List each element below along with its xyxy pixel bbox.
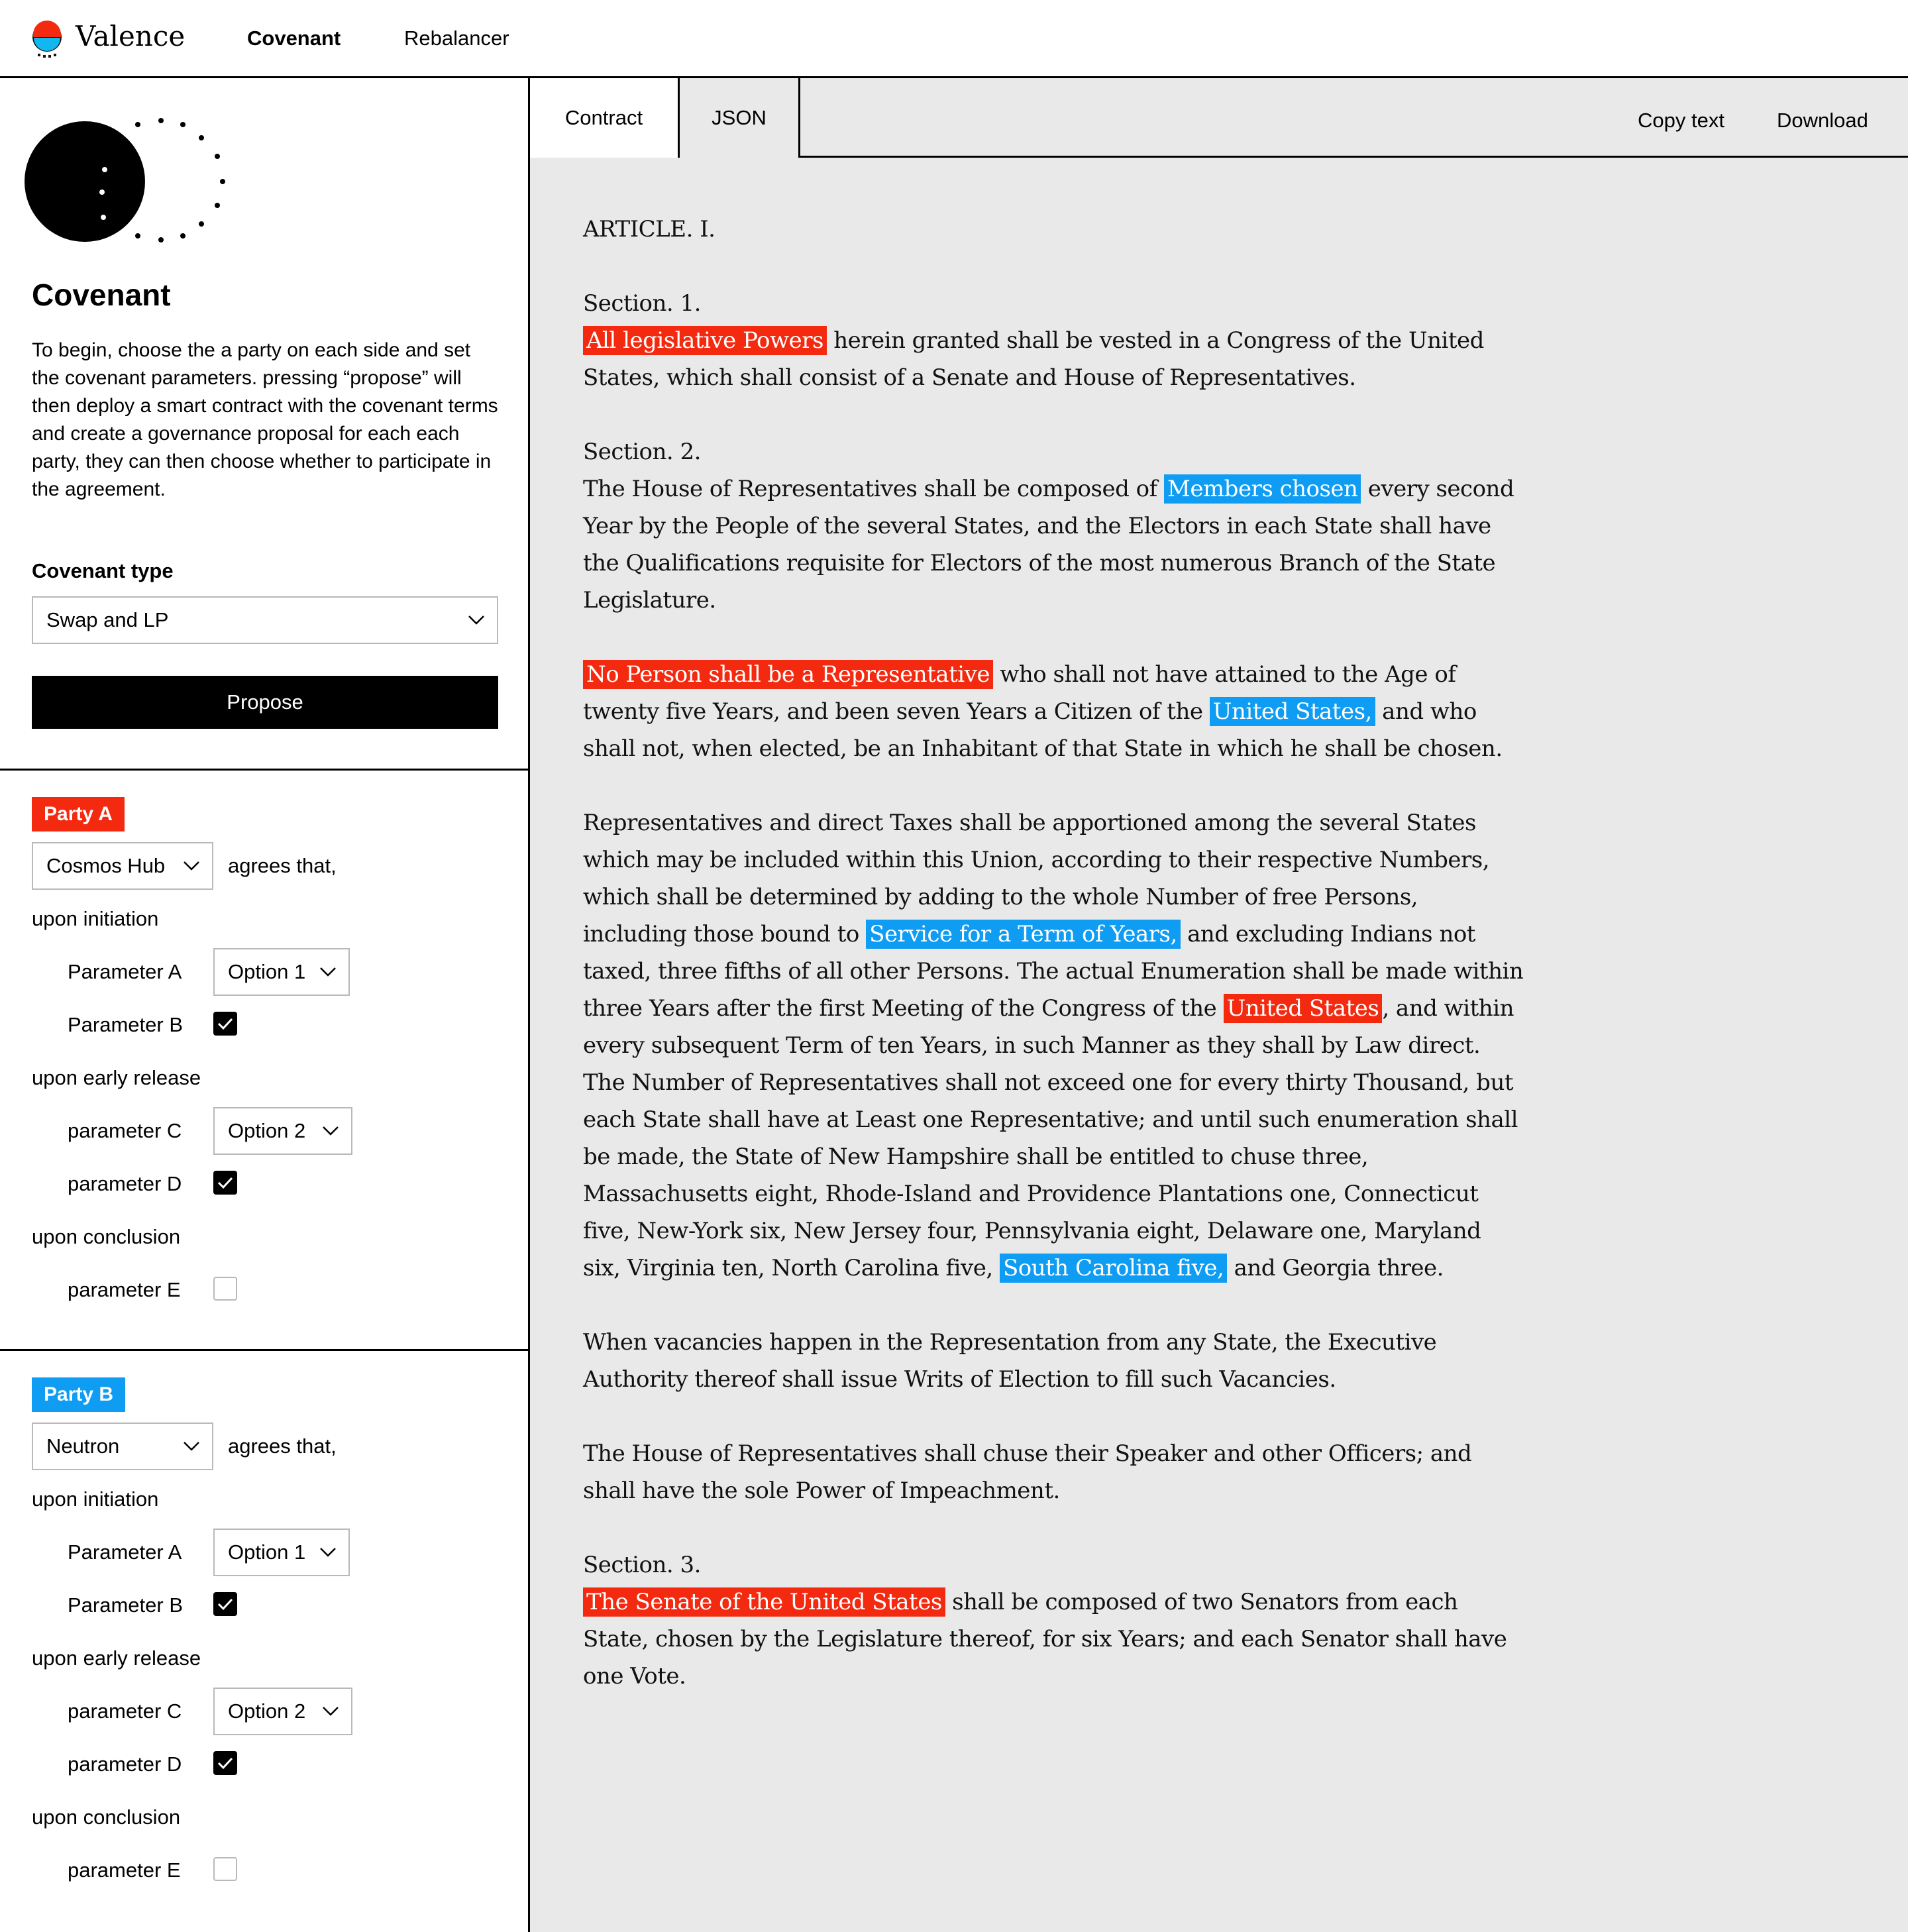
article-heading: ARTICLE. I. <box>583 216 716 242</box>
covenant-type-label: Covenant type <box>32 559 174 582</box>
nav-covenant[interactable]: Covenant <box>247 27 341 50</box>
contract-sentence: , and within every subsequent Term of te… <box>583 995 1518 1281</box>
party-a-highlight[interactable]: All legislative Powers <box>583 326 827 355</box>
party-b-highlight[interactable]: Members chosen <box>1164 474 1361 504</box>
parameter-c-label: parameter C <box>68 1699 182 1723</box>
chevron-down-icon <box>184 1442 199 1451</box>
brand-name[interactable]: Valence <box>76 20 185 52</box>
parameter-e-checkbox[interactable] <box>213 1857 237 1881</box>
parameter-d-label: parameter D <box>68 1172 182 1195</box>
parameter-b-checkbox[interactable] <box>213 1012 237 1036</box>
party-a-highlight[interactable]: The Senate of the United States <box>583 1587 945 1617</box>
contract-tabs: Contract JSON Copy text Download <box>530 78 1908 158</box>
section-heading: Section. 1. <box>583 290 701 317</box>
contract-panel: Contract JSON Copy text Download ARTICLE… <box>530 78 1908 1932</box>
chevron-down-icon <box>320 967 336 977</box>
section-heading: Section. 3. <box>583 1552 701 1578</box>
covenant-type-value: Swap and LP <box>46 608 169 631</box>
parameter-d-checkbox[interactable] <box>213 1751 237 1775</box>
party-b-badge: Party B <box>32 1377 126 1412</box>
parameter-a-select[interactable]: Option 1 <box>213 948 350 996</box>
party-b-section: Party B Neutron agrees that, upon initia… <box>0 1351 530 1932</box>
nav-rebalancer[interactable]: Rebalancer <box>404 27 509 50</box>
parameter-c-select[interactable]: Option 2 <box>213 1688 352 1735</box>
contract-sentence: and Georgia three. <box>1227 1255 1444 1281</box>
top-bar: Valence Covenant Rebalancer <box>0 0 1908 78</box>
covenant-description: To begin, choose the a party on each sid… <box>32 339 498 500</box>
parameter-a-value: Option 1 <box>228 1540 306 1564</box>
parameter-a-select[interactable]: Option 1 <box>213 1529 350 1576</box>
chevron-down-icon <box>184 861 199 871</box>
section-2-paragraph-3: Representatives and direct Taxes shall b… <box>583 804 1524 1287</box>
upon-conclusion-label: upon conclusion <box>32 1225 181 1248</box>
checkmark-icon <box>217 1018 233 1030</box>
parameter-b-checkbox[interactable] <box>213 1592 237 1616</box>
section-1: Section. 1. All legislative Powers herein… <box>583 285 1524 396</box>
agrees-text: agrees that, <box>228 854 337 877</box>
covenant-sidebar: Covenant To begin, choose the a party on… <box>0 78 530 1932</box>
party-a-badge: Party A <box>32 797 125 832</box>
tab-contract[interactable]: Contract <box>530 78 680 158</box>
parameter-a-label: Parameter A <box>68 960 182 983</box>
covenant-type-select[interactable]: Swap and LP <box>32 596 498 644</box>
parameter-d-checkbox[interactable] <box>213 1171 237 1195</box>
parameter-c-value: Option 2 <box>228 1699 306 1723</box>
copy-text-button[interactable]: Copy text <box>1638 109 1724 133</box>
parameter-a-label: Parameter A <box>68 1540 182 1564</box>
party-b-highlight[interactable]: South Carolina five, <box>999 1254 1228 1283</box>
party-b-highlight[interactable]: United States, <box>1209 697 1375 726</box>
party-b-chain-select[interactable]: Neutron <box>32 1422 213 1470</box>
upon-initiation-label: upon initiation <box>32 907 159 930</box>
upon-early-release-label: upon early release <box>32 1066 201 1089</box>
party-a-section: Party A Cosmos Hub agrees that, upon ini… <box>0 771 530 1354</box>
section-2-paragraph-2: No Person shall be a Representative who … <box>583 656 1524 767</box>
section-heading: Section. 2. <box>583 439 701 465</box>
tab-json[interactable]: JSON <box>680 78 800 158</box>
chevron-down-icon <box>468 616 484 625</box>
chevron-down-icon <box>323 1126 339 1136</box>
parameter-e-label: parameter E <box>68 1858 181 1882</box>
party-b-highlight[interactable]: Service for a Term of Years, <box>866 920 1181 949</box>
download-button[interactable]: Download <box>1777 109 1868 133</box>
upon-conclusion-label: upon conclusion <box>32 1805 181 1829</box>
parameter-c-value: Option 2 <box>228 1119 306 1142</box>
party-b-chain-value: Neutron <box>46 1434 120 1458</box>
upon-early-release-label: upon early release <box>32 1646 201 1670</box>
chevron-down-icon <box>323 1707 339 1716</box>
parameter-b-label: Parameter B <box>68 1013 184 1036</box>
parameter-c-label: parameter C <box>68 1119 182 1142</box>
propose-button[interactable]: Propose <box>32 676 498 729</box>
checkmark-icon <box>217 1177 233 1189</box>
party-a-highlight[interactable]: United States <box>1223 994 1383 1023</box>
valence-logo-icon <box>32 21 62 58</box>
parameter-c-select[interactable]: Option 2 <box>213 1107 352 1155</box>
section-3: Section. 3. The Senate of the United Stat… <box>583 1546 1524 1695</box>
parameter-e-checkbox[interactable] <box>213 1277 237 1301</box>
agrees-text: agrees that, <box>228 1434 337 1458</box>
covenant-title: Covenant <box>32 278 171 312</box>
parameter-b-label: Parameter B <box>68 1593 184 1617</box>
parameter-d-label: parameter D <box>68 1752 182 1776</box>
checkmark-icon <box>217 1757 233 1770</box>
party-a-chain-value: Cosmos Hub <box>46 854 166 877</box>
chevron-down-icon <box>320 1548 336 1557</box>
contract-sentence: The House of Representatives shall be co… <box>583 476 1164 502</box>
section-2-paragraph-5: The House of Representatives shall chuse… <box>583 1440 1472 1504</box>
upon-initiation-label: upon initiation <box>32 1487 159 1511</box>
parameter-e-label: parameter E <box>68 1278 181 1301</box>
covenant-illustration-icon <box>25 118 225 242</box>
party-a-chain-select[interactable]: Cosmos Hub <box>32 842 213 890</box>
section-2-paragraph-4: When vacancies happen in the Representat… <box>583 1329 1437 1393</box>
party-a-highlight[interactable]: No Person shall be a Representative <box>583 660 993 689</box>
checkmark-icon <box>217 1598 233 1611</box>
contract-text: ARTICLE. I. Section. 1. All legislative P… <box>583 211 1524 1732</box>
section-2-paragraph-1: Section. 2. The House of Representatives … <box>583 433 1524 619</box>
parameter-a-value: Option 1 <box>228 960 306 983</box>
